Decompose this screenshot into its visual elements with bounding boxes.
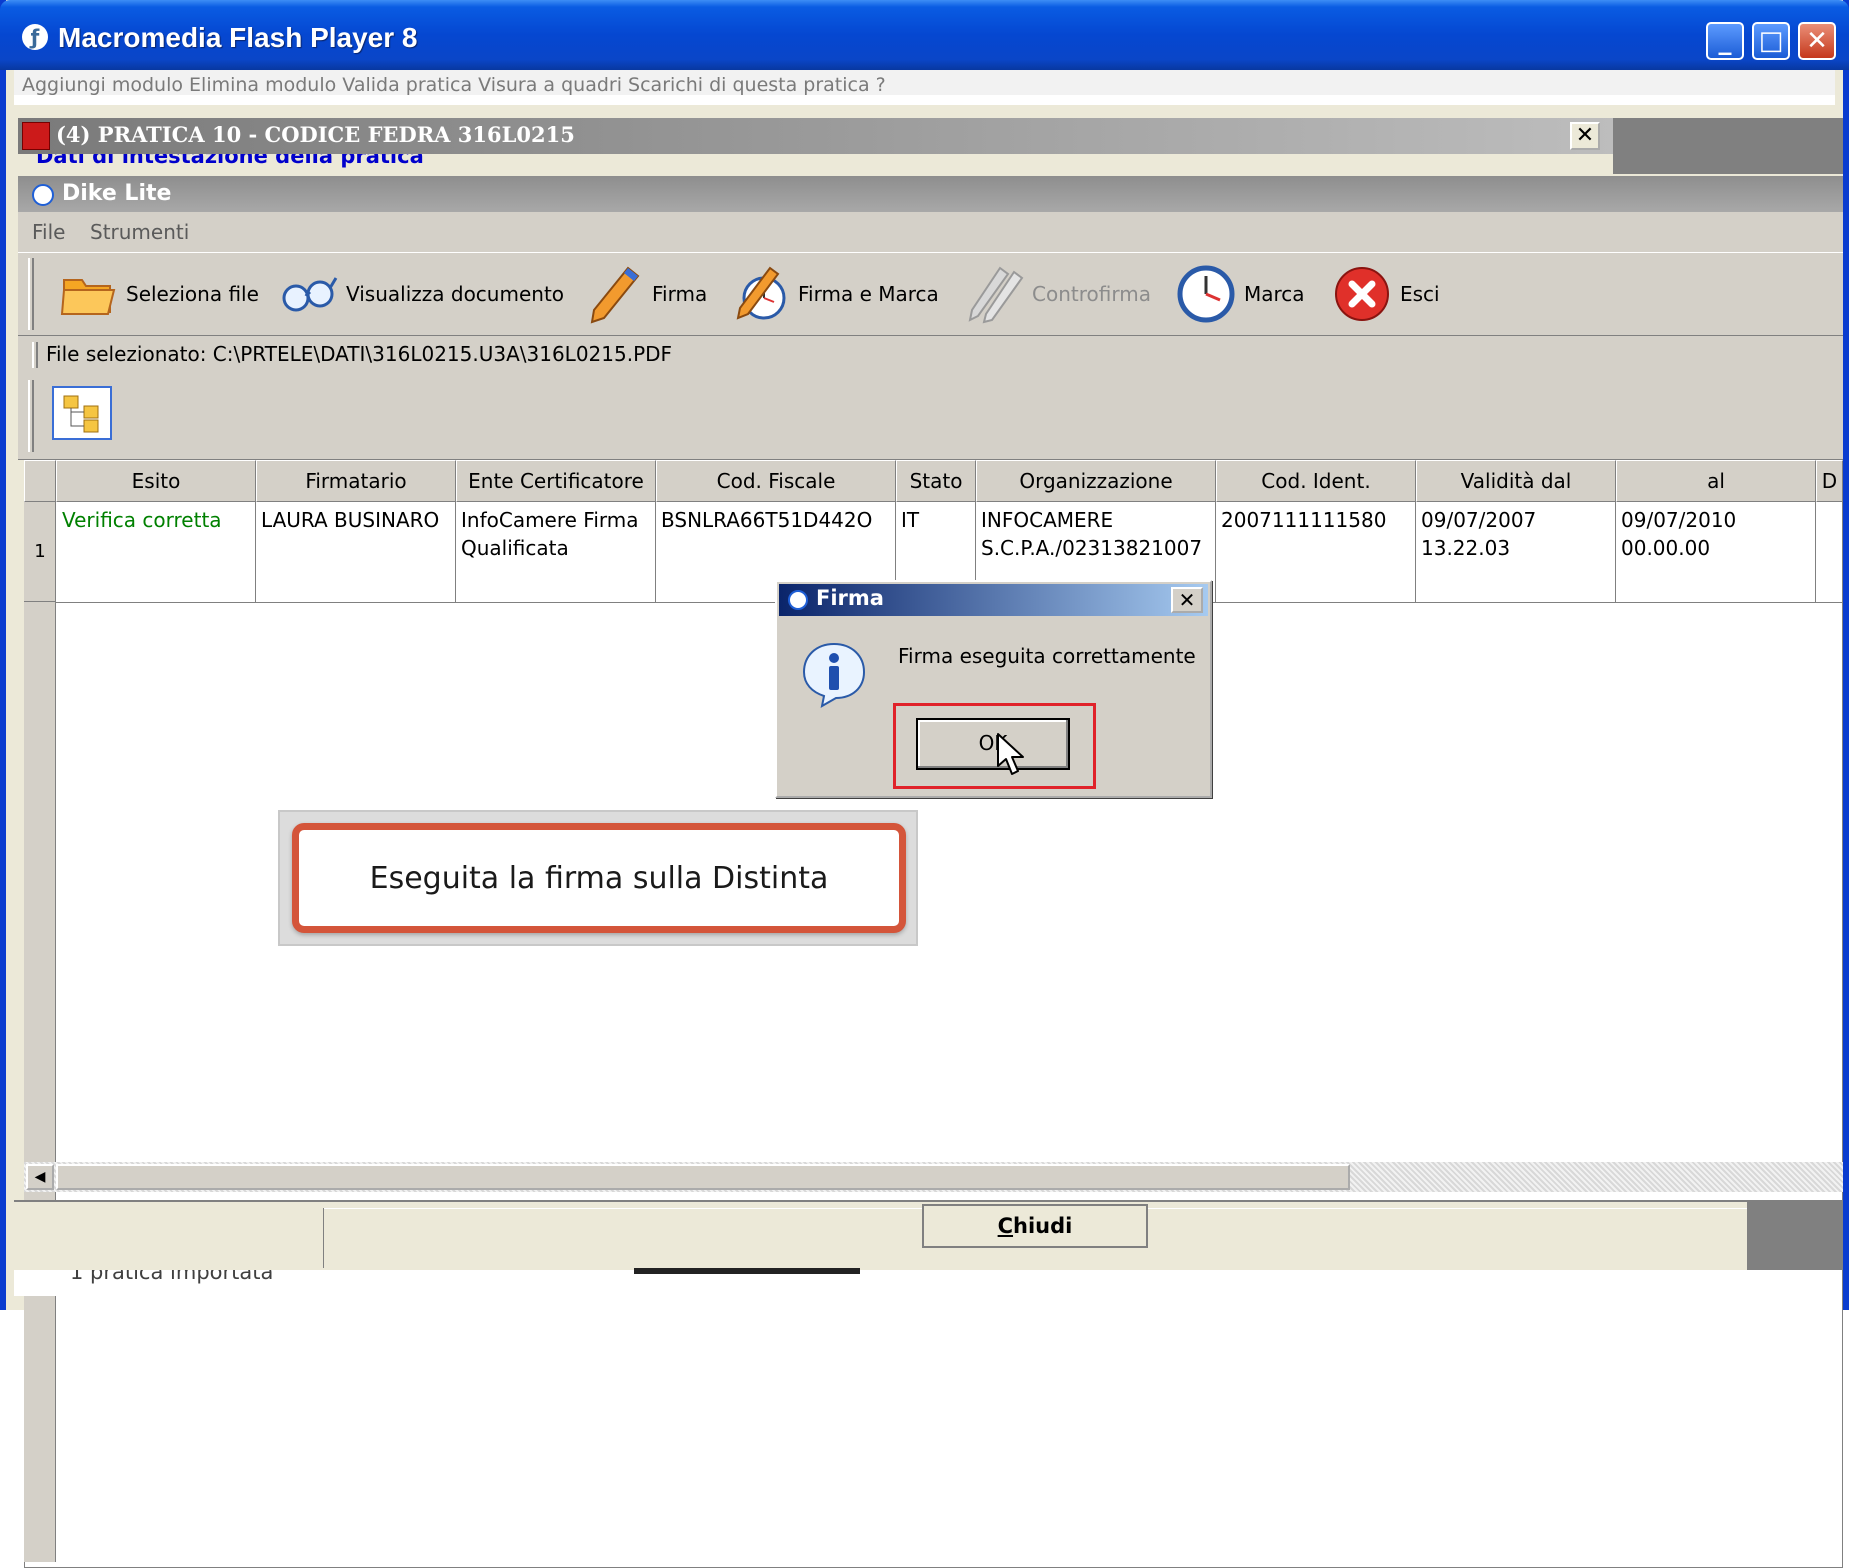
- info-icon: [800, 640, 868, 708]
- maximize-button[interactable]: □: [1752, 22, 1790, 60]
- footer-strip: 1 pratica importata: [14, 1270, 1835, 1296]
- column-divider: [455, 502, 456, 602]
- scroll-thumb[interactable]: [56, 1164, 1350, 1190]
- view-toolbar: [18, 374, 1843, 460]
- double-pen-icon: [964, 264, 1024, 324]
- pen-icon: [584, 264, 644, 324]
- firma-button[interactable]: Firma: [584, 262, 707, 326]
- folder-icon: [58, 264, 118, 324]
- menu-overlap-mask: [14, 95, 1835, 105]
- column-divider: [1815, 502, 1816, 602]
- menu-strumenti[interactable]: Strumenti: [90, 220, 189, 244]
- cell-ente[interactable]: InfoCamere Firma Qualificata: [461, 506, 651, 562]
- mouse-pointer-icon: [996, 732, 1026, 778]
- esci-label: Esci: [1400, 282, 1440, 306]
- row-number[interactable]: 1: [24, 502, 56, 602]
- bottom-background: [1747, 1200, 1843, 1270]
- row-indicator-column: [24, 502, 56, 1562]
- minimize-icon: _: [1718, 26, 1732, 56]
- footer-divider: [634, 1268, 860, 1274]
- column-header-esito[interactable]: Esito: [56, 460, 256, 502]
- footer-status-text: 1 pratica importata: [70, 1270, 274, 1284]
- cell-validita-dal[interactable]: 09/07/2007 13.22.03: [1421, 506, 1561, 562]
- column-header-ente[interactable]: Ente Certificatore: [456, 460, 656, 502]
- visualizza-documento-label: Visualizza documento: [346, 282, 565, 306]
- cell-cod-ident[interactable]: 2007111111580: [1221, 506, 1411, 534]
- flash-player-icon: ƒ: [22, 24, 48, 50]
- pratica-title: (4) PRATICA 10 - CODICE FEDRA 316L0215: [56, 122, 575, 147]
- close-icon: ✕: [1806, 26, 1828, 56]
- dialog-message: Firma eseguita correttamente: [898, 644, 1196, 668]
- tree-view-button[interactable]: [52, 386, 112, 440]
- marca-label: Marca: [1244, 282, 1305, 306]
- cell-stato[interactable]: IT: [901, 506, 971, 534]
- flash-menu-items[interactable]: Aggiungi modulo Elimina modulo Valida pr…: [22, 74, 886, 96]
- firma-label: Firma: [652, 282, 708, 306]
- dike-titlebar[interactable]: [18, 176, 1843, 212]
- column-header-organizzazione[interactable]: Organizzazione: [976, 460, 1216, 502]
- column-divider: [1415, 502, 1416, 602]
- pratica-subtitle-strip: Dati di intestazione della pratica: [18, 154, 1613, 174]
- firma-e-marca-label: Firma e Marca: [798, 282, 939, 306]
- controfirma-button[interactable]: Controfirma: [964, 262, 1151, 326]
- maximize-icon: □: [1758, 26, 1784, 56]
- pen-clock-icon: [730, 264, 790, 324]
- chiudi-button[interactable]: Chiudi: [922, 1204, 1148, 1248]
- dialog-close-button[interactable]: ✕: [1171, 587, 1203, 613]
- view-toolbar-grip[interactable]: [28, 380, 34, 452]
- esci-button[interactable]: Esci: [1332, 262, 1440, 326]
- dike-title: Dike Lite: [62, 181, 172, 206]
- column-header-firmatario[interactable]: Firmatario: [256, 460, 456, 502]
- cell-firmatario[interactable]: LAURA BUSINARO: [261, 506, 451, 534]
- column-header-cod-fiscale[interactable]: Cod. Fiscale: [656, 460, 896, 502]
- clock-icon: [1176, 264, 1236, 324]
- chiudi-label: hiudi: [1013, 1214, 1073, 1238]
- visualizza-documento-button[interactable]: Visualizza documento: [278, 262, 564, 326]
- scroll-left-button[interactable]: ◀: [26, 1164, 54, 1190]
- column-header-d[interactable]: D: [1816, 460, 1843, 502]
- column-divider: [255, 502, 256, 602]
- dialog-title: Firma: [816, 586, 884, 610]
- dike-small-icon: [788, 590, 808, 610]
- column-divider: [655, 502, 656, 602]
- column-header-validita-dal[interactable]: Validità dal: [1416, 460, 1616, 502]
- selected-file-path: File selezionato: C:\PRTELE\DATI\316L021…: [46, 342, 673, 366]
- pratica-subtitle: Dati di intestazione della pratica: [36, 154, 424, 168]
- cell-al[interactable]: 09/07/2010 00.00.00: [1621, 506, 1761, 562]
- bottom-left-panel: [14, 1208, 324, 1268]
- seleziona-file-label: Seleziona file: [126, 282, 259, 306]
- grid-corner: [24, 460, 56, 502]
- cell-organizzazione[interactable]: INFOCAMERE S.C.P.A./02313821007: [981, 506, 1211, 562]
- minimize-button[interactable]: _: [1706, 22, 1744, 60]
- firma-e-marca-button[interactable]: Firma e Marca: [730, 262, 939, 326]
- pratica-background: [1613, 118, 1843, 174]
- marca-button[interactable]: Marca: [1176, 262, 1305, 326]
- toolbar-grip[interactable]: [28, 258, 34, 330]
- window-title: Macromedia Flash Player 8: [58, 22, 418, 53]
- dike-menu-bar: [18, 212, 1843, 252]
- file-bar-grip[interactable]: [32, 342, 38, 368]
- ok-button[interactable]: OK: [916, 718, 1070, 770]
- seleziona-file-button[interactable]: Seleziona file: [58, 262, 259, 326]
- tree-view-icon: [63, 395, 99, 433]
- controfirma-label: Controfirma: [1032, 282, 1151, 306]
- close-window-button[interactable]: ✕: [1798, 22, 1836, 60]
- column-divider: [1615, 502, 1616, 602]
- pratica-close-button[interactable]: ✕: [1570, 122, 1600, 150]
- column-divider: [1215, 502, 1216, 602]
- chiudi-accesskey: C: [997, 1214, 1014, 1238]
- column-header-al[interactable]: al: [1616, 460, 1816, 502]
- column-header-cod-ident[interactable]: Cod. Ident.: [1216, 460, 1416, 502]
- dike-app-icon: [32, 184, 54, 206]
- column-header-stato[interactable]: Stato: [896, 460, 976, 502]
- pratica-app-icon: [22, 122, 50, 150]
- cell-cod-fiscale[interactable]: BSNLRA66T51D442O: [661, 506, 891, 534]
- glasses-icon: [278, 264, 338, 324]
- menu-file[interactable]: File: [32, 220, 65, 244]
- cell-esito[interactable]: Verifica corretta: [62, 506, 252, 534]
- exit-icon: [1332, 264, 1392, 324]
- callout-text: Eseguita la firma sulla Distinta: [369, 860, 829, 896]
